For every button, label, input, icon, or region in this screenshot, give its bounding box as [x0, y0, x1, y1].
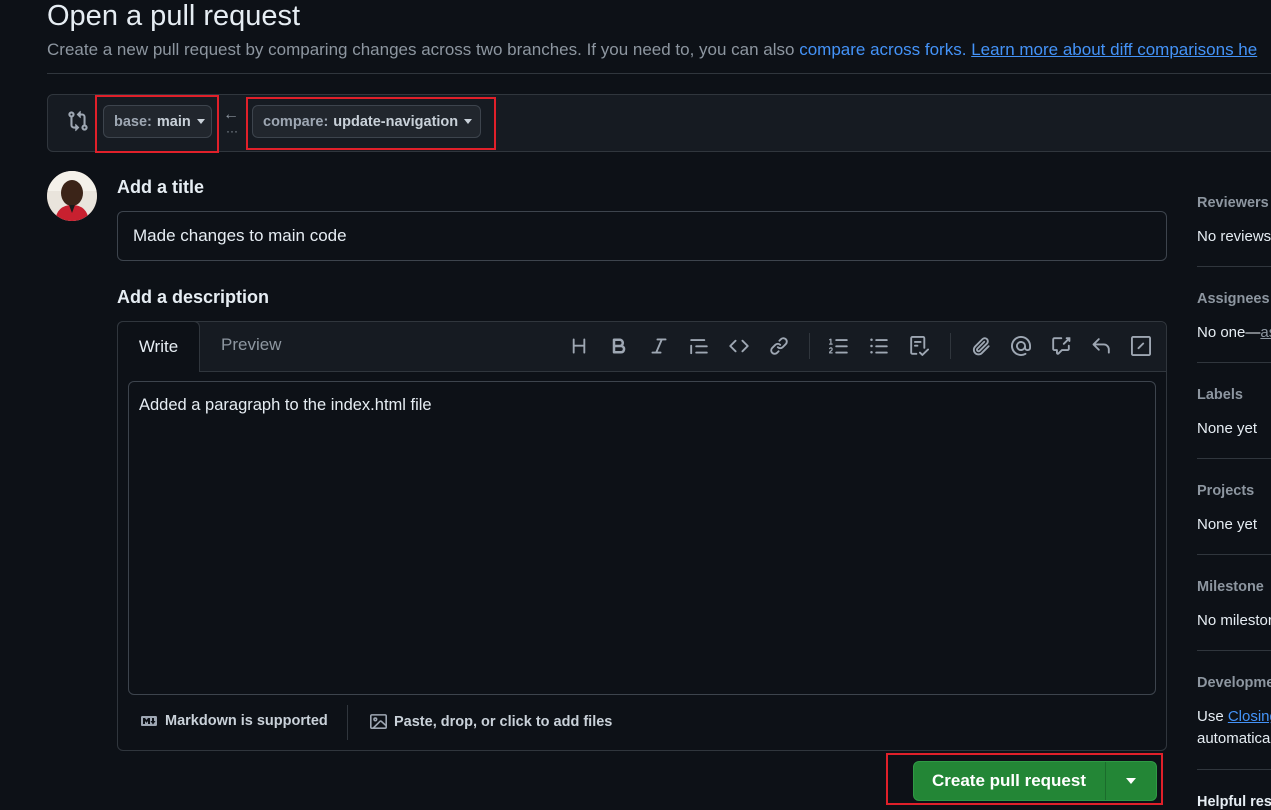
compare-branch-name: update-navigation — [333, 113, 459, 130]
description-textarea[interactable]: Added a paragraph to the index.html file — [128, 381, 1156, 695]
development-value: Use Closing — [1197, 708, 1271, 725]
compare-label: compare: — [263, 113, 329, 130]
reply-icon[interactable] — [1090, 335, 1112, 357]
sidebar-divider — [1197, 769, 1271, 770]
base-branch-name: main — [156, 113, 191, 130]
title-input[interactable] — [117, 211, 1167, 261]
mention-icon[interactable] — [1010, 335, 1032, 357]
projects-value: None yet — [1197, 516, 1258, 533]
compare-forks-link[interactable]: compare across forks. — [799, 40, 966, 59]
bold-icon[interactable] — [608, 335, 630, 357]
task-list-icon[interactable] — [908, 335, 930, 357]
development-title: Developme — [1197, 675, 1271, 691]
markdown-note: Markdown is supported — [165, 713, 328, 729]
labels-value: None yet — [1197, 420, 1258, 437]
arrow-left-icon: ← — [223, 106, 239, 123]
unordered-list-icon[interactable] — [868, 335, 890, 357]
learn-more-link[interactable]: Learn more about diff comparisons he — [971, 40, 1257, 59]
assignees-title[interactable]: Assignees — [1197, 291, 1270, 307]
triangle-down-icon — [464, 119, 473, 124]
sidebar-divider — [1197, 554, 1271, 555]
reviewers-title[interactable]: Reviewers — [1197, 195, 1269, 211]
development-use: Use — [1197, 708, 1228, 725]
sidebar-divider — [1197, 650, 1271, 651]
footer-divider — [347, 705, 348, 740]
description-heading: Add a description — [117, 287, 270, 307]
sidebar-divider — [1197, 362, 1271, 363]
heading-icon[interactable] — [568, 335, 590, 357]
assignees-none: No one— — [1197, 324, 1261, 341]
labels-title[interactable]: Labels — [1197, 387, 1243, 403]
reviewers-value: No reviews — [1197, 228, 1271, 245]
tab-write[interactable]: Write — [117, 321, 200, 372]
paperclip-icon[interactable] — [970, 335, 992, 357]
projects-title[interactable]: Projects — [1197, 483, 1254, 499]
ordered-list-icon[interactable] — [828, 335, 850, 357]
sidebar-divider — [1197, 266, 1271, 267]
compare-branch-button[interactable]: compare: update-navigation — [252, 105, 481, 138]
assignees-value: No one—as — [1197, 324, 1271, 341]
cross-reference-icon[interactable] — [1050, 335, 1072, 357]
assign-yourself-link[interactable]: as — [1260, 324, 1271, 341]
sidebar-divider — [1197, 458, 1271, 459]
quote-icon[interactable] — [688, 335, 710, 357]
toolbar-divider — [809, 333, 810, 359]
triangle-down-icon — [196, 119, 205, 124]
link-icon[interactable] — [768, 335, 790, 357]
header-divider — [47, 73, 1271, 74]
git-compare-icon — [67, 110, 89, 132]
helpful-resources-title: Helpful res — [1197, 794, 1271, 810]
closing-keywords-link[interactable]: Closing — [1228, 708, 1271, 725]
slash-command-icon[interactable] — [1130, 335, 1152, 357]
title-heading: Add a title — [117, 177, 205, 197]
create-options-dropdown[interactable] — [1106, 761, 1156, 801]
attach-note: Paste, drop, or click to add files — [394, 713, 613, 730]
page-title: Open a pull request — [47, 0, 301, 32]
markdown-icon — [141, 716, 157, 726]
page-subtitle: Create a new pull request by comparing c… — [47, 40, 1257, 60]
markdown-supported-link[interactable]: Markdown is supported — [139, 713, 328, 729]
avatar[interactable] — [47, 171, 97, 221]
italic-icon[interactable] — [648, 335, 670, 357]
subtitle-text: Create a new pull request by comparing c… — [47, 40, 800, 59]
code-icon[interactable] — [728, 335, 750, 357]
base-branch-button[interactable]: base: main — [103, 105, 212, 138]
create-pull-request-button[interactable]: Create pull request — [913, 761, 1105, 801]
toolbar-divider — [950, 333, 951, 359]
triangle-down-icon — [1126, 778, 1136, 784]
base-label: base: — [114, 113, 152, 130]
milestone-title[interactable]: Milestone — [1197, 579, 1264, 595]
attach-files-button[interactable]: Paste, drop, or click to add files — [369, 713, 612, 730]
milestone-value: No milestor — [1197, 612, 1271, 629]
image-icon — [370, 714, 387, 729]
tab-preview[interactable]: Preview — [221, 335, 281, 355]
ellipsis-icon: ··· — [226, 124, 238, 138]
development-line2: automatica — [1197, 730, 1271, 747]
